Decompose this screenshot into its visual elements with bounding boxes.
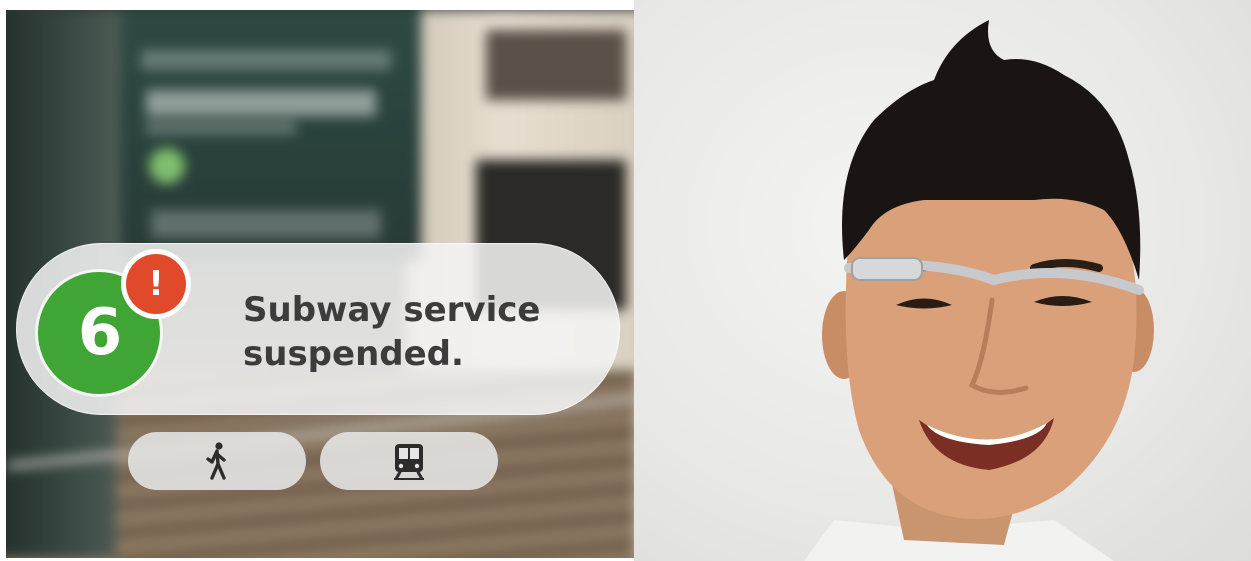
message-line-1: Subway service: [243, 290, 541, 330]
walking-directions-button[interactable]: [128, 432, 306, 490]
transit-directions-button[interactable]: [320, 432, 498, 490]
subway-train-icon: [394, 444, 424, 480]
person-wearing-glass-photo: [634, 0, 1251, 561]
walking-person-icon: [206, 442, 226, 480]
route-number: 6: [77, 296, 123, 370]
alert-icon: !: [126, 254, 186, 314]
glass-prism: [851, 257, 923, 281]
glass-concept-image: 6 ! Subway service suspended.: [0, 0, 1251, 561]
station-sign: [121, 10, 421, 260]
alert-symbol: !: [148, 264, 164, 304]
message-line-2: suspended.: [243, 334, 464, 374]
notification-message: Subway service suspended.: [243, 288, 603, 376]
